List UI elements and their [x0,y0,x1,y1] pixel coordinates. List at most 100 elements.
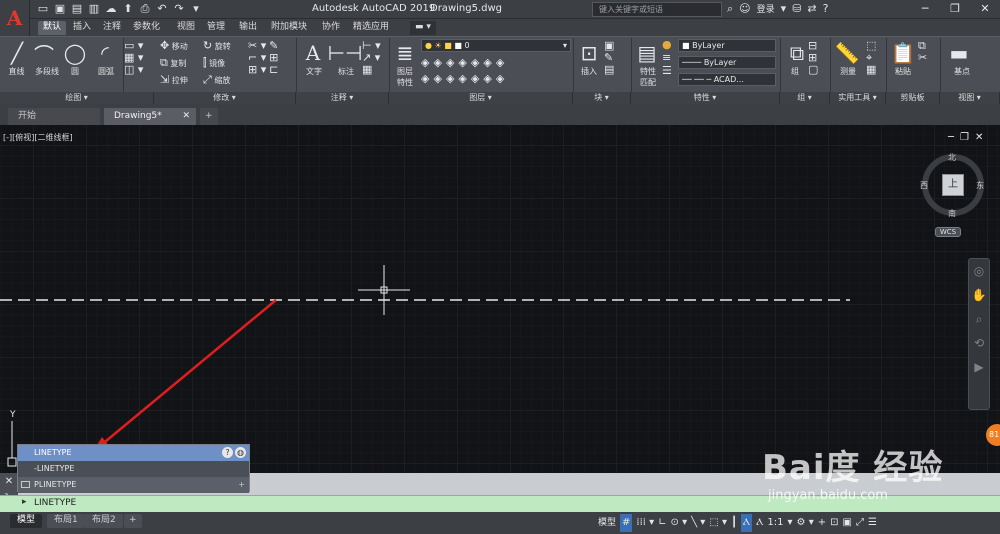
linetype-icon[interactable]: ≡ [662,51,676,64]
annotation-visibility-icon[interactable]: Ⲁ [741,514,753,532]
layer-tool-icon[interactable]: ◈ [433,56,445,69]
layer-tool-icon[interactable]: ◈ [458,72,470,85]
minimize-icon[interactable]: ─ [910,0,940,18]
group-select-icon[interactable]: ▢ [808,64,818,76]
tab-model[interactable]: 模型 [10,514,43,528]
layer-tool-icon[interactable]: ◈ [421,72,433,85]
offset-icon[interactable]: ⊏ [269,64,278,76]
polar-icon[interactable]: ⊙ ▾ [671,514,688,532]
layer-tool-icon[interactable]: ◈ [496,56,508,69]
tab-annotate[interactable]: 注释 [98,21,126,35]
tab-layout2[interactable]: 布局2 [85,514,123,528]
viewcube-top-face[interactable]: 上 [942,174,964,196]
autocomplete-item[interactable]: -LINETYPE [18,461,249,477]
panel-groups[interactable]: 组 ▾ [780,92,830,104]
autocomplete-item-selected[interactable]: LINETYPE ? ◍ [18,445,249,461]
plot-icon[interactable]: ⎙ [138,2,152,16]
text-tool[interactable]: A 文字 [300,40,328,77]
tab-parametric[interactable]: 参数化 [128,21,165,35]
close-icon[interactable]: ✕ [975,132,983,143]
snap-icon[interactable]: ⁞⁞⁞ ▾ [636,514,654,532]
measure-tool[interactable]: 📏 测量 [834,40,862,77]
hardware-accel-icon[interactable]: ▣ [843,514,852,532]
add-layout-button[interactable]: + [124,514,142,528]
layer-tool-icon[interactable]: ◈ [483,56,495,69]
group-tool[interactable]: ⧉ 组 [784,40,806,77]
fullscreen-icon[interactable]: ⤢ [856,514,864,532]
compass-west[interactable]: 西 [920,180,928,191]
orbit-icon[interactable]: ⟲ [969,331,989,355]
mirror-tool[interactable]: ⫿ 镜像 [203,57,231,69]
command-input[interactable]: LINETYPE [34,498,76,508]
rotate-tool[interactable]: ↻ 旋转 [203,40,231,52]
panel-draw[interactable]: 绘图 ▾ [0,92,154,104]
base-view-tool[interactable]: ▬ 基点 [946,40,978,77]
copy-tool[interactable]: ⧉ 复制 [160,57,188,69]
autocomplete-item[interactable]: PLINETYPE + [18,477,249,493]
layer-tool-icon[interactable]: ◈ [433,72,445,85]
tab-manage[interactable]: 管理 [202,21,230,35]
share-icon[interactable]: ⬆ [121,2,135,16]
showmotion-icon[interactable]: ▶ [969,355,989,379]
panel-modify[interactable]: 修改 ▾ [154,92,296,104]
color-wheel-icon[interactable]: ● [662,38,676,51]
application-menu-button[interactable]: A [0,0,30,36]
save-icon[interactable]: ▤ [70,2,84,16]
compass-south[interactable]: 南 [948,208,956,219]
ribbon-toggle-icon[interactable]: ▬ ▾ [410,21,436,35]
model-space-button[interactable]: 模型 [598,514,616,532]
compass-north[interactable]: 北 [948,152,956,163]
circle-tool[interactable]: ◯ 圆 [62,40,88,77]
zoom-icon[interactable]: ⌕ [969,307,989,331]
array-icon[interactable]: ⊞ ▾ [248,64,266,76]
paste-tool[interactable]: 📋 粘贴 [890,40,916,77]
cut-icon[interactable]: ✂ [918,52,927,64]
layer-tool-icon[interactable]: ◈ [496,72,508,85]
help-icon[interactable]: ? [222,447,233,458]
restore-icon[interactable]: ❐ [940,0,970,18]
polyline-tool[interactable]: ⌒ 多段线 [31,40,63,77]
search-input[interactable]: 键入关键字或短语 [592,2,722,17]
close-tab-icon[interactable]: ✕ [182,108,190,124]
globe-icon[interactable]: ◍ [235,447,246,458]
new-tab-button[interactable]: + [200,108,218,125]
undo-icon[interactable]: ↶ [155,2,169,16]
layer-properties-tool[interactable]: ≣ 图层 特性 [392,40,418,88]
linetype-dropdown[interactable]: ──── ByLayer [678,56,776,69]
tab-output[interactable]: 输出 [234,21,262,35]
panel-clipboard[interactable]: 剪贴板 [886,92,940,104]
viewport-controls[interactable]: [-][俯视][二维线框] [3,132,73,143]
stretch-tool[interactable]: ⇲ 拉伸 [160,74,188,86]
redo-icon[interactable]: ↷ [172,2,186,16]
panel-annotation[interactable]: 注释 ▾ [296,92,389,104]
minimize-icon[interactable]: ─ [948,132,954,143]
tab-insert[interactable]: 插入 [68,21,96,35]
pan-icon[interactable]: ✋ [969,283,989,307]
user-icon[interactable]: ☺ [739,2,750,16]
annotation-scale[interactable]: 1:1 [767,514,783,532]
line-tool[interactable]: ╱ 直线 [4,40,29,77]
grid-icon[interactable]: # [620,514,633,532]
tab-layout1[interactable]: 布局1 [47,514,85,528]
cart-icon[interactable]: ⛁ [792,2,801,16]
exchange-icon[interactable]: ⇄ [807,2,816,16]
file-tab-drawing[interactable]: Drawing5* ✕ [104,108,196,125]
cloud-save-icon[interactable]: ☁ [104,2,118,16]
color-dropdown[interactable]: ■ ByLayer [678,39,776,52]
tab-home[interactable]: 默认 [38,21,67,35]
layer-tool-icon[interactable]: ◈ [421,56,433,69]
save-as-icon[interactable]: ▥ [87,2,101,16]
lineweight-icon[interactable]: ☰ [662,64,676,77]
customize-icon[interactable]: ☰ [868,514,877,532]
insert-tool[interactable]: ⊡ 插入 [576,40,602,77]
file-tab-start[interactable]: 开始 [8,108,100,125]
tab-collaborate[interactable]: 协作 [317,21,345,35]
new-file-icon[interactable]: ▭ [36,2,50,16]
login-label[interactable]: 登录 [757,2,775,16]
customize-qat-icon[interactable]: ▾ [189,2,203,16]
match-properties-tool[interactable]: ▤ 特性 匹配 [634,40,662,88]
close-icon[interactable]: ✕ [0,473,18,491]
osnap-icon[interactable]: ⬚ ▾ [709,514,727,532]
arc-tool[interactable]: ◜ 圆弧 [92,40,120,77]
table-icon[interactable]: ▦ [362,64,372,76]
